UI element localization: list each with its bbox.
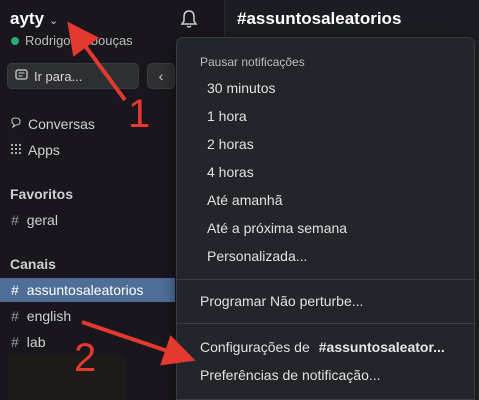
jump-to-search[interactable]: Ir para... <box>7 63 139 89</box>
nav-conversations[interactable]: Conversas <box>10 116 95 132</box>
channel-notification-settings[interactable]: Configurações de #assuntosaleator... <box>177 334 476 360</box>
channel-english[interactable]: # english <box>0 304 175 328</box>
hash-icon: # <box>11 282 19 298</box>
sidebar-footer <box>8 355 126 400</box>
settings-channel-name: #assuntosaleator... <box>318 339 445 355</box>
menu-header-pause: Pausar notificações <box>200 55 305 69</box>
schedule-dnd[interactable]: Programar Não perturbe... <box>177 288 476 314</box>
notification-preferences[interactable]: Preferências de notificação... <box>177 362 476 388</box>
channel-label: assuntosaleatorios <box>26 282 144 298</box>
user-name: Rodrigo Rebouças <box>25 33 133 48</box>
pause-4-hours[interactable]: 4 horas <box>177 159 476 185</box>
notifications-menu: Pausar notificações 30 minutos 1 hora 2 … <box>176 37 476 400</box>
search-icon <box>15 68 28 84</box>
pause-2-hours[interactable]: 2 horas <box>177 131 476 157</box>
nav-apps[interactable]: Apps <box>10 142 60 158</box>
workspace-name: ayty <box>10 9 45 28</box>
menu-divider <box>177 323 476 324</box>
settings-prefix: Configurações de <box>200 339 310 355</box>
channel-assuntosaleatorios[interactable]: # assuntosaleatorios <box>0 278 175 302</box>
user-status[interactable]: Rodrigo Rebouças <box>11 33 133 48</box>
bell-icon[interactable] <box>178 8 200 30</box>
section-channels[interactable]: Canais <box>10 256 56 272</box>
channel-label: lab <box>26 334 46 350</box>
nav-conversations-label: Conversas <box>28 116 95 132</box>
menu-divider <box>177 279 476 280</box>
search-label: Ir para... <box>34 68 83 84</box>
threads-icon <box>10 116 22 132</box>
hash-icon: # <box>11 308 19 324</box>
apps-grid-icon <box>10 143 22 158</box>
channel-title[interactable]: #assuntosaleatorios <box>237 9 401 29</box>
pause-until-next-week[interactable]: Até a próxima semana <box>177 215 476 241</box>
channel-label: english <box>26 308 72 324</box>
channel-geral[interactable]: # geral <box>0 208 175 232</box>
channel-lab[interactable]: # lab <box>0 330 175 354</box>
workspace-switcher[interactable]: ayty ⌄ <box>10 9 58 29</box>
pause-30-minutes[interactable]: 30 minutos <box>177 75 476 101</box>
back-button[interactable]: ‹ <box>147 63 175 89</box>
pause-1-hour[interactable]: 1 hora <box>177 103 476 129</box>
hash-icon: # <box>11 334 19 350</box>
pause-custom[interactable]: Personalizada... <box>177 243 476 269</box>
chevron-down-icon: ⌄ <box>49 14 59 27</box>
section-favorites[interactable]: Favoritos <box>10 186 73 202</box>
pause-until-tomorrow[interactable]: Até amanhã <box>177 187 476 213</box>
channel-label: geral <box>26 212 58 228</box>
chevron-left-icon: ‹ <box>158 68 164 84</box>
hash-icon: # <box>11 212 19 228</box>
presence-dot-icon <box>11 36 19 45</box>
nav-apps-label: Apps <box>28 142 60 158</box>
